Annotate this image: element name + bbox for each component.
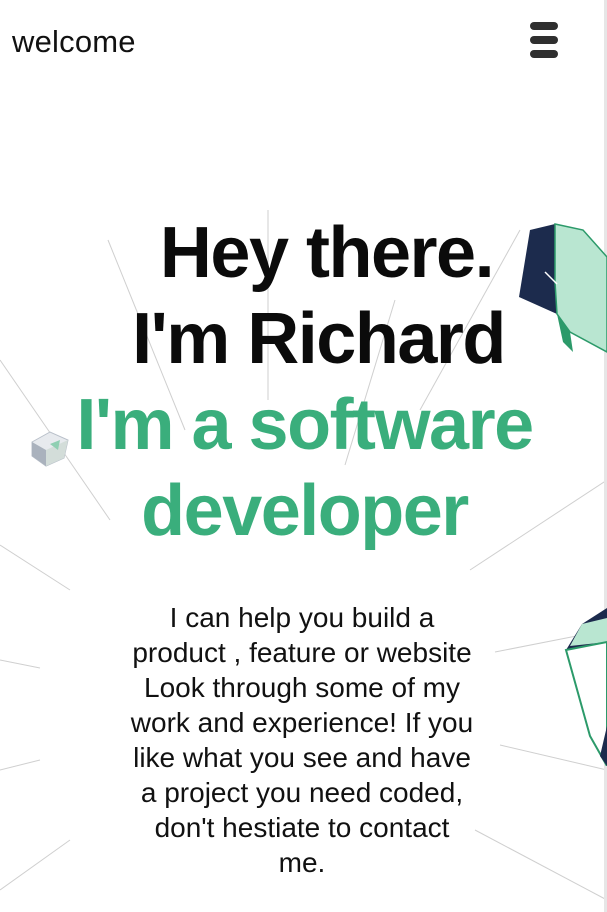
page: welcome Hey there. I'm Richard I'm a sof…	[0, 0, 607, 912]
hamburger-menu-icon	[530, 22, 558, 30]
hero-role-line: I'm a software	[76, 385, 534, 465]
hamburger-menu-icon	[530, 50, 558, 58]
hamburger-menu-icon	[530, 36, 558, 44]
site-brand[interactable]: welcome	[12, 24, 136, 60]
menu-button[interactable]	[527, 20, 561, 60]
site-header: welcome	[0, 0, 607, 90]
hero-name: I'm Richard	[132, 299, 506, 379]
hero-greeting: Hey there.	[159, 213, 495, 293]
hero-section: Hey there. I'm Richard I'm a software de…	[0, 210, 607, 554]
intro-paragraph: I can help you build a product , feature…	[130, 602, 474, 878]
crystal-decoration-icon	[564, 608, 607, 766]
hero-role-line: developer	[141, 471, 469, 551]
